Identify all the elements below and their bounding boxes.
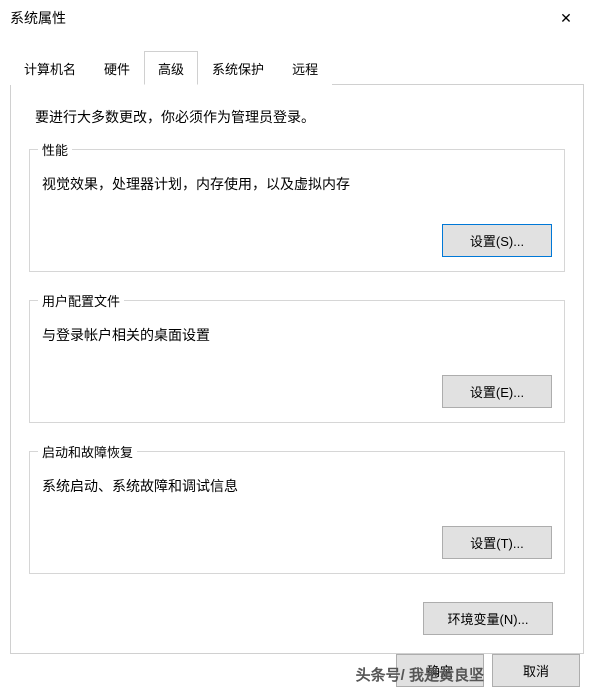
- tab-advanced[interactable]: 高级: [144, 51, 198, 85]
- tab-hardware[interactable]: 硬件: [90, 51, 144, 85]
- tab-container: 计算机名 硬件 高级 系统保护 远程 要进行大多数更改，你必须作为管理员登录。 …: [0, 50, 594, 654]
- group-startup-desc: 系统启动、系统故障和调试信息: [42, 476, 552, 496]
- tab-strip: 计算机名 硬件 高级 系统保护 远程: [10, 50, 584, 85]
- group-performance-title: 性能: [38, 140, 72, 159]
- tab-panel-advanced: 要进行大多数更改，你必须作为管理员登录。 性能 视觉效果，处理器计划，内存使用，…: [10, 85, 584, 654]
- user-profiles-settings-button[interactable]: 设置(E)...: [442, 375, 552, 408]
- close-icon: ✕: [560, 10, 572, 26]
- cancel-button[interactable]: 取消: [492, 654, 580, 687]
- performance-settings-button[interactable]: 设置(S)...: [442, 224, 552, 257]
- tab-remote[interactable]: 远程: [278, 51, 332, 85]
- group-startup-recovery: 启动和故障恢复 系统启动、系统故障和调试信息 设置(T)...: [29, 451, 565, 574]
- environment-variables-button[interactable]: 环境变量(N)...: [423, 602, 553, 635]
- titlebar: 系统属性 ✕: [0, 0, 594, 36]
- close-button[interactable]: ✕: [546, 6, 586, 30]
- env-variables-row: 环境变量(N)...: [29, 602, 565, 635]
- startup-settings-button[interactable]: 设置(T)...: [442, 526, 552, 559]
- tab-system-protection[interactable]: 系统保护: [198, 51, 278, 85]
- group-user-profiles-buttons: 设置(E)...: [42, 375, 552, 408]
- group-startup-title: 启动和故障恢复: [38, 442, 137, 461]
- tab-computer-name[interactable]: 计算机名: [10, 51, 90, 85]
- group-performance-buttons: 设置(S)...: [42, 224, 552, 257]
- group-user-profiles-desc: 与登录帐户相关的桌面设置: [42, 325, 552, 345]
- group-startup-buttons: 设置(T)...: [42, 526, 552, 559]
- group-performance-desc: 视觉效果，处理器计划，内存使用，以及虚拟内存: [42, 174, 552, 194]
- group-performance: 性能 视觉效果，处理器计划，内存使用，以及虚拟内存 设置(S)...: [29, 149, 565, 272]
- window-title: 系统属性: [10, 8, 66, 28]
- group-user-profiles-title: 用户配置文件: [38, 291, 124, 310]
- ok-button[interactable]: 确定: [396, 654, 484, 687]
- admin-instruction: 要进行大多数更改，你必须作为管理员登录。: [35, 107, 559, 127]
- group-user-profiles: 用户配置文件 与登录帐户相关的桌面设置 设置(E)...: [29, 300, 565, 423]
- dialog-bottom-buttons: 确定 取消: [396, 654, 594, 687]
